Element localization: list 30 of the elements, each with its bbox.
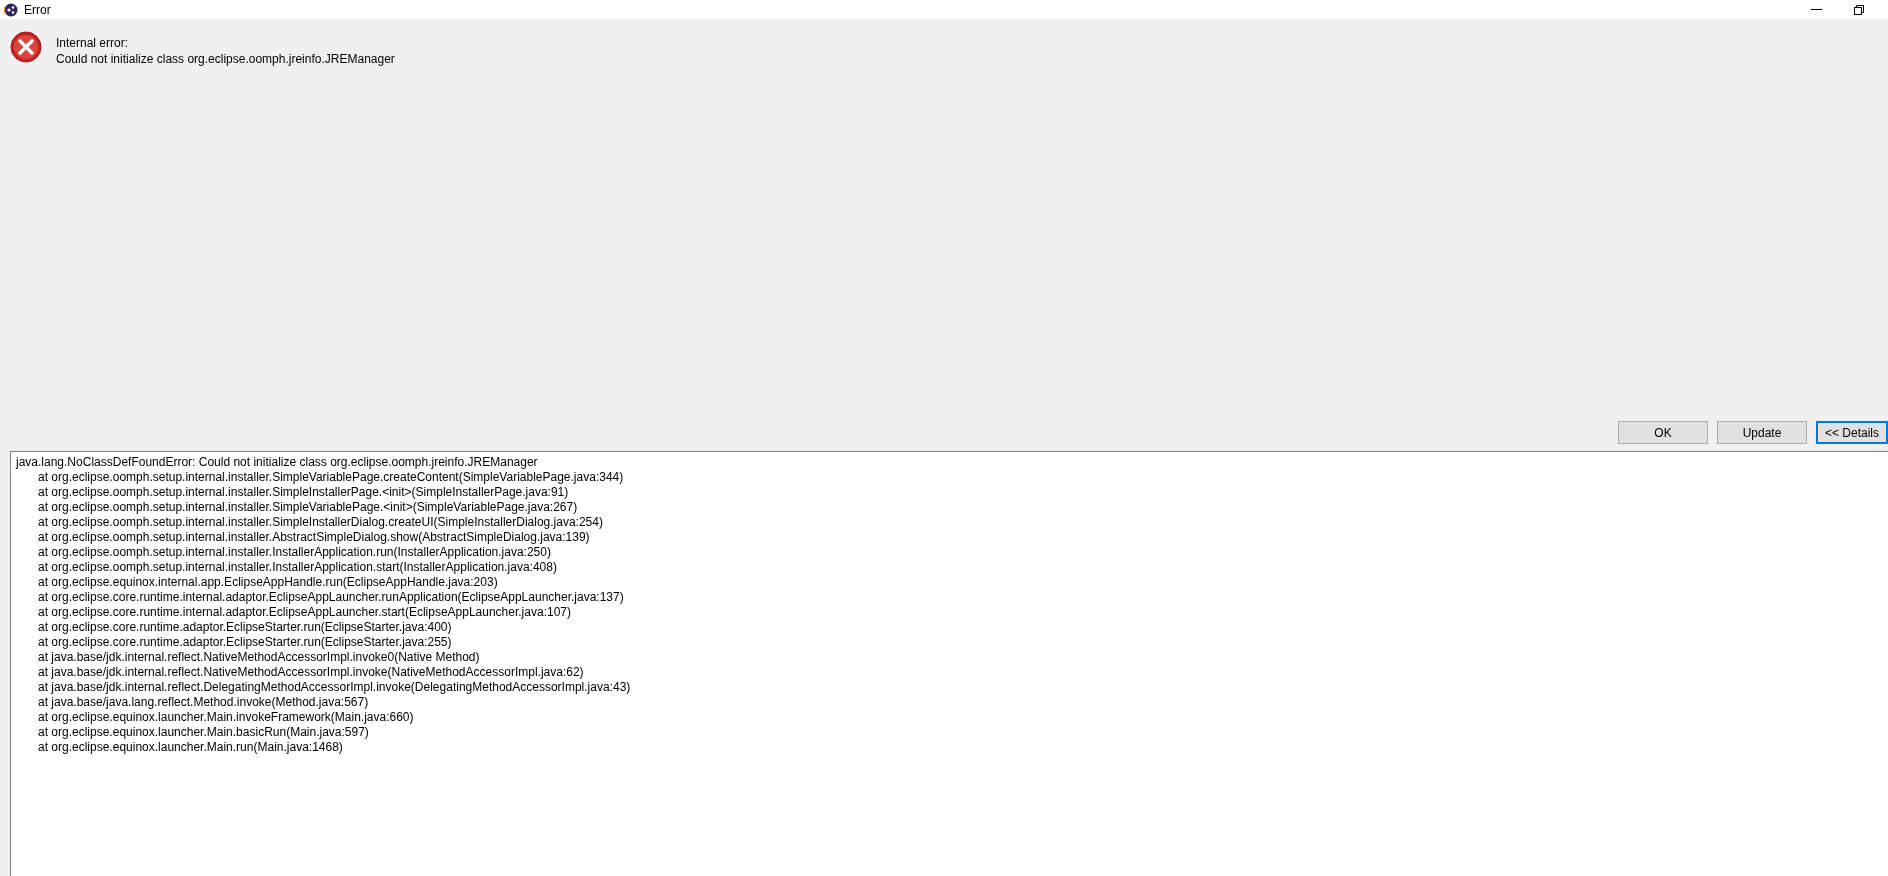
stack-frame-line: at org.eclipse.oomph.setup.internal.installer.SimpleInstallerPage.<init>(SimpleInstallerPage.java:91) xyxy=(37,485,570,500)
stack-frame-line: at org.eclipse.oomph.setup.internal.installer.InstallerApplication.start(InstallerApplication.java:408) xyxy=(37,560,558,575)
stack-frame-line: at org.eclipse.equinox.launcher.Main.basicRun(Main.java:597) xyxy=(37,725,370,740)
dialog-button[interactable]: OK xyxy=(1618,421,1708,444)
stack-frame-line: at java.base/jdk.internal.reflect.NativeMethodAccessorImpl.invoke0(Native Method) xyxy=(37,650,481,665)
details-button[interactable]: << Details xyxy=(1816,421,1888,444)
stack-frame-line: at org.eclipse.oomph.setup.internal.installer.AbstractSimpleDialog.show(AbstractSimpleDialog.java:139) xyxy=(37,530,591,545)
stack-frame-line: at java.base/jdk.internal.reflect.DelegatingMethodAccessorImpl.invoke(DelegatingMethodAccessorImpl.java:43) xyxy=(37,680,632,695)
stack-frame-line: at org.eclipse.equinox.launcher.Main.run(Main.java:1468) xyxy=(37,740,344,755)
stack-frame-line: at org.eclipse.equinox.launcher.Main.invokeFramework(Main.java:660) xyxy=(37,710,415,725)
exception-line: java.lang.NoClassDefFoundError: Could not initialize class org.eclipse.oomph.jreinfo.JREManager xyxy=(16,455,539,470)
window-title: Error xyxy=(24,1,51,19)
error-icon xyxy=(10,31,42,63)
stack-frame-line: at org.eclipse.core.runtime.adaptor.EclipseStarter.run(EclipseStarter.java:255) xyxy=(37,635,453,650)
minimize-icon[interactable] xyxy=(1811,8,1822,11)
stack-frame-line: at org.eclipse.oomph.setup.internal.installer.InstallerApplication.run(InstallerApplication.java:250) xyxy=(37,545,552,560)
stack-frame-line: at org.eclipse.core.runtime.adaptor.EclipseStarter.run(EclipseStarter.java:400) xyxy=(37,620,453,635)
stack-frame-line: at org.eclipse.core.runtime.internal.adaptor.EclipseAppLauncher.start(EclipseAppLauncher.java:107) xyxy=(37,605,572,620)
error-message: Could not initialize class org.eclipse.oomph.jreinfo.JREManager xyxy=(56,51,395,67)
stack-frame-line: at java.base/java.lang.reflect.Method.invoke(Method.java:567) xyxy=(37,695,370,710)
error-message: Internal error: xyxy=(56,35,130,51)
stack-frame-line: at org.eclipse.oomph.setup.internal.installer.SimpleVariablePage.createContent(SimpleVariablePage.java:344) xyxy=(37,470,625,485)
dialog-button[interactable]: Update xyxy=(1717,421,1807,444)
stack-frame-line: at org.eclipse.equinox.internal.app.EclipseAppHandle.run(EclipseAppHandle.java:203) xyxy=(37,575,499,590)
stack-frame-line: at org.eclipse.oomph.setup.internal.installer.SimpleInstallerDialog.createUI(SimpleInstallerDialog.java:254) xyxy=(37,515,604,530)
stack-frame-line: at org.eclipse.core.runtime.internal.adaptor.EclipseAppLauncher.runApplication(EclipseAppLauncher.java:137) xyxy=(37,590,625,605)
stack-frame-line: at java.base/jdk.internal.reflect.NativeMethodAccessorImpl.invoke(NativeMethodAccessorImpl.java:62) xyxy=(37,665,585,680)
restore-icon[interactable] xyxy=(1854,4,1864,15)
details-text-area[interactable] xyxy=(10,451,1888,876)
stack-frame-line: at org.eclipse.oomph.setup.internal.installer.SimpleVariablePage.<init>(SimpleVariablePage.java:267) xyxy=(37,500,579,515)
